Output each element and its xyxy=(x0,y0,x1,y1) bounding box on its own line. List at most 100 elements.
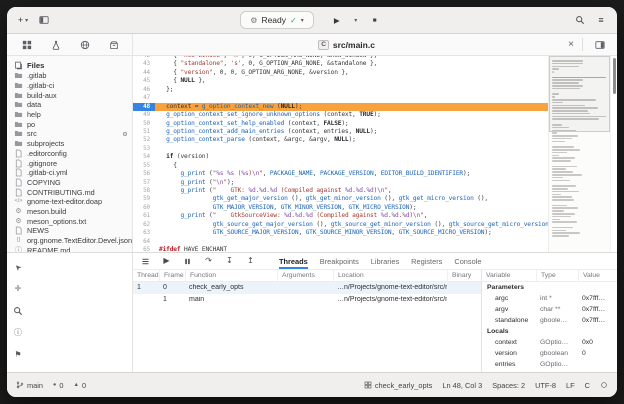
minimap[interactable] xyxy=(548,56,610,252)
code-text[interactable]: g_print ("%s %s (%s)\n", PACKAGE_NAME, P… xyxy=(155,170,548,178)
code-text[interactable]: context = g_option_context_new (NULL); xyxy=(155,103,548,111)
document-tab[interactable]: C src/main.c xyxy=(133,34,560,55)
search-button[interactable] xyxy=(571,11,589,29)
scrollbar-thumb[interactable] xyxy=(613,58,617,94)
variable-row[interactable]: entriesGOptio… xyxy=(482,359,617,370)
deploy-button[interactable] xyxy=(105,36,123,54)
line-number[interactable]: 52 xyxy=(133,136,155,144)
sidebar-item--editorconfig[interactable]: .editorconfig xyxy=(7,149,132,159)
sidebar-item-po[interactable]: po xyxy=(7,119,132,129)
close-tab-button[interactable]: × xyxy=(568,40,574,50)
sidebar-item--gitignore[interactable]: .gitignore xyxy=(7,158,132,168)
line-number[interactable]: 55 xyxy=(133,162,155,170)
code-text[interactable]: { xyxy=(155,162,548,170)
debugger-tab-registers[interactable]: Registers xyxy=(411,253,442,269)
code-text[interactable]: gtk_source_get_major_version (), gtk_sou… xyxy=(155,221,548,229)
build-status-button[interactable]: ⚙ Ready ✓ ▾ xyxy=(240,11,313,29)
sidebar-item-src[interactable]: src xyxy=(7,129,132,139)
line-number[interactable]: 43 xyxy=(133,60,155,68)
search-tool-button[interactable] xyxy=(12,305,24,317)
code-text[interactable]: if (version) xyxy=(155,153,548,161)
line-number[interactable]: 46 xyxy=(133,86,155,94)
sidebar-item--gitlab[interactable]: .gitlab xyxy=(7,71,132,81)
code-text[interactable]: { "standalone", 's', 0, G_OPTION_ARG_NON… xyxy=(155,60,548,68)
line-number[interactable]: 56 xyxy=(133,170,155,178)
encoding-indicator[interactable]: UTF-8 xyxy=(535,381,556,390)
debugger-tab-libraries[interactable]: Libraries xyxy=(371,253,399,269)
sidebar-item-readme-md[interactable]: ⓘREADME.md xyxy=(7,245,132,252)
run-button[interactable]: ▶ xyxy=(328,11,346,29)
pointer-tool-button[interactable]: ➤ xyxy=(12,261,24,273)
sidebar-item-build-aux[interactable]: build-aux xyxy=(7,90,132,100)
toggle-left-panel-button[interactable] xyxy=(35,11,53,29)
variable-row[interactable]: standalonegboole…0x7fff… xyxy=(482,315,617,326)
thread-row[interactable]: 1main…n/Projects/gnome-text-editor/src/m… xyxy=(133,294,481,306)
stop-button[interactable]: ■ xyxy=(366,11,384,29)
language-indicator[interactable]: C xyxy=(585,381,590,390)
sidebar-item-news[interactable]: NEWS xyxy=(7,226,132,236)
line-number[interactable]: 64 xyxy=(133,238,155,246)
hand-tool-button[interactable]: ✛ xyxy=(12,283,24,295)
editor-scrollbar[interactable] xyxy=(610,56,617,252)
function-scope-indicator[interactable]: check_early_opts xyxy=(364,381,433,390)
line-number[interactable]: 54 xyxy=(133,153,155,161)
thread-row[interactable]: 10check_early_opts…n/Projects/gnome-text… xyxy=(133,282,481,294)
info-tool-button[interactable]: ⓘ xyxy=(12,327,24,339)
code-text[interactable] xyxy=(155,145,548,153)
minimap-viewport[interactable] xyxy=(549,56,610,132)
status-circle-icon[interactable] xyxy=(600,381,608,389)
line-number[interactable]: 51 xyxy=(133,128,155,136)
line-number[interactable]: 45 xyxy=(133,77,155,85)
toggle-right-panel-button[interactable] xyxy=(591,36,609,54)
warnings-indicator[interactable]: ▲ 0 xyxy=(73,381,86,390)
line-number[interactable]: 48 xyxy=(133,103,155,111)
continue-button[interactable]: ▶ xyxy=(160,255,173,268)
sidebar-item-meson-build[interactable]: ⚙meson.build xyxy=(7,207,132,217)
variable-row[interactable]: versiongboolean0 xyxy=(482,348,617,359)
line-number[interactable]: 61 xyxy=(133,212,155,220)
web-button[interactable] xyxy=(76,36,94,54)
code-text[interactable]: g_option_context_add_main_entries (conte… xyxy=(155,128,548,136)
code-text[interactable]: { NULL }, xyxy=(155,77,548,85)
sidebar-item-org-gnome-texteditor-devel-json[interactable]: {}org.gnome.TextEditor.Devel.json xyxy=(7,236,132,246)
code-text[interactable]: gtk_get_major_version (), gtk_get_minor_… xyxy=(155,195,548,203)
line-number[interactable]: 62 xyxy=(133,221,155,229)
variable-group-parameters[interactable]: Parameters xyxy=(482,282,617,293)
debugger-tab-threads[interactable]: Threads xyxy=(279,253,308,269)
tree-root-files[interactable]: Files xyxy=(7,59,132,71)
code-lines[interactable]: 42 { "new-window", 'n', 0, G_OPTION_ARG_… xyxy=(133,56,548,252)
line-number[interactable]: 53 xyxy=(133,145,155,153)
line-ending-indicator[interactable]: LF xyxy=(566,381,575,390)
sidebar-item-data[interactable]: data xyxy=(7,100,132,110)
line-number[interactable]: 59 xyxy=(133,195,155,203)
cursor-position[interactable]: Ln 48, Col 3 xyxy=(442,381,482,390)
main-menu-button[interactable]: ≡ xyxy=(592,11,610,29)
sidebar-item-subprojects[interactable]: subprojects xyxy=(7,139,132,149)
indent-mode[interactable]: Spaces: 2 xyxy=(492,381,525,390)
tests-button[interactable] xyxy=(47,36,65,54)
line-number[interactable]: 50 xyxy=(133,120,155,128)
line-number[interactable]: 63 xyxy=(133,229,155,237)
code-text[interactable]: g_option_context_parse (context, &argc, … xyxy=(155,136,548,144)
line-number[interactable]: 57 xyxy=(133,179,155,187)
code-text[interactable]: g_print ("\n"); xyxy=(155,179,548,187)
step-out-button[interactable]: ↥ xyxy=(244,255,257,268)
step-over-button[interactable]: ↷ xyxy=(202,255,215,268)
debugger-tab-console[interactable]: Console xyxy=(454,253,481,269)
code-text[interactable] xyxy=(155,238,548,246)
variable-row[interactable]: contextGOptio…0x0 xyxy=(482,337,617,348)
errors-indicator[interactable]: ● 0 xyxy=(53,381,63,390)
pin-tool-button[interactable]: ⚑ xyxy=(12,349,24,361)
project-grid-button[interactable] xyxy=(18,36,36,54)
sidebar-item-gnome-text-editor-doap[interactable]: </>gnome-text-editor.doap xyxy=(7,197,132,207)
code-text[interactable]: }; xyxy=(155,86,548,94)
line-number[interactable]: 44 xyxy=(133,69,155,77)
variable-group-locals[interactable]: Locals xyxy=(482,326,617,337)
line-number[interactable]: 60 xyxy=(133,204,155,212)
variable-row[interactable]: argcint *0x7fff… xyxy=(482,293,617,304)
code-text[interactable]: GTK_SOURCE_MAJOR_VERSION, GTK_SOURCE_MIN… xyxy=(155,229,548,237)
new-document-button[interactable]: + ▾ xyxy=(14,11,32,29)
line-number[interactable]: 58 xyxy=(133,187,155,195)
code-text[interactable]: g_print (" GTK: %d.%d.%d (Compiled again… xyxy=(155,187,548,195)
line-number[interactable]: 49 xyxy=(133,111,155,119)
